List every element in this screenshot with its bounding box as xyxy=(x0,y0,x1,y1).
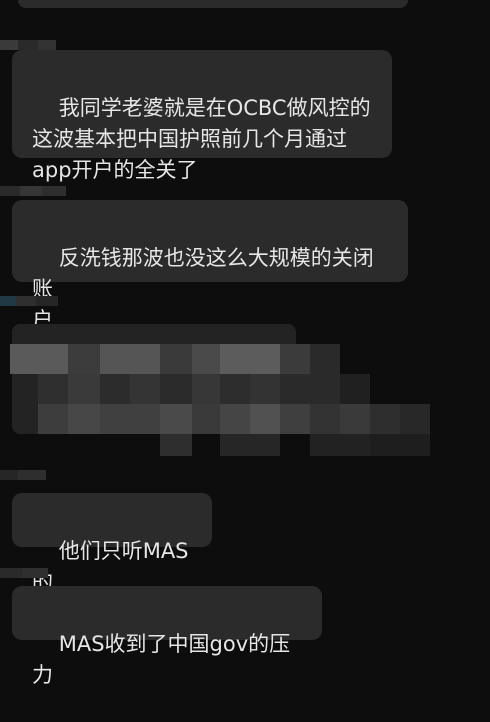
message-text: 我同学老婆就是在OCBC做风控的 这波基本把中国护照前几个月通过 app开户的全… xyxy=(32,96,371,182)
message-bubble[interactable]: 他们只听MAS的 xyxy=(12,493,212,594)
message-bubble-partial[interactable] xyxy=(18,0,408,8)
sender-name-redacted xyxy=(0,40,56,50)
chat-conversation: 我同学老婆就是在OCBC做风控的 这波基本把中国护照前几个月通过 app开户的全… xyxy=(0,0,490,687)
redacted-message-image xyxy=(0,298,440,458)
message-bubble[interactable]: 反洗钱那波也没这么大规模的关闭账 户 xyxy=(12,200,408,332)
message-bubble[interactable]: MAS收到了中国gov的压力 xyxy=(12,586,322,687)
sender-name-redacted xyxy=(0,470,46,480)
sender-name-redacted xyxy=(0,186,66,196)
sender-name-redacted xyxy=(0,568,48,578)
message-bubble[interactable]: 我同学老婆就是在OCBC做风控的 这波基本把中国护照前几个月通过 app开户的全… xyxy=(12,50,392,182)
message-text: MAS收到了中国gov的压力 xyxy=(32,632,291,687)
